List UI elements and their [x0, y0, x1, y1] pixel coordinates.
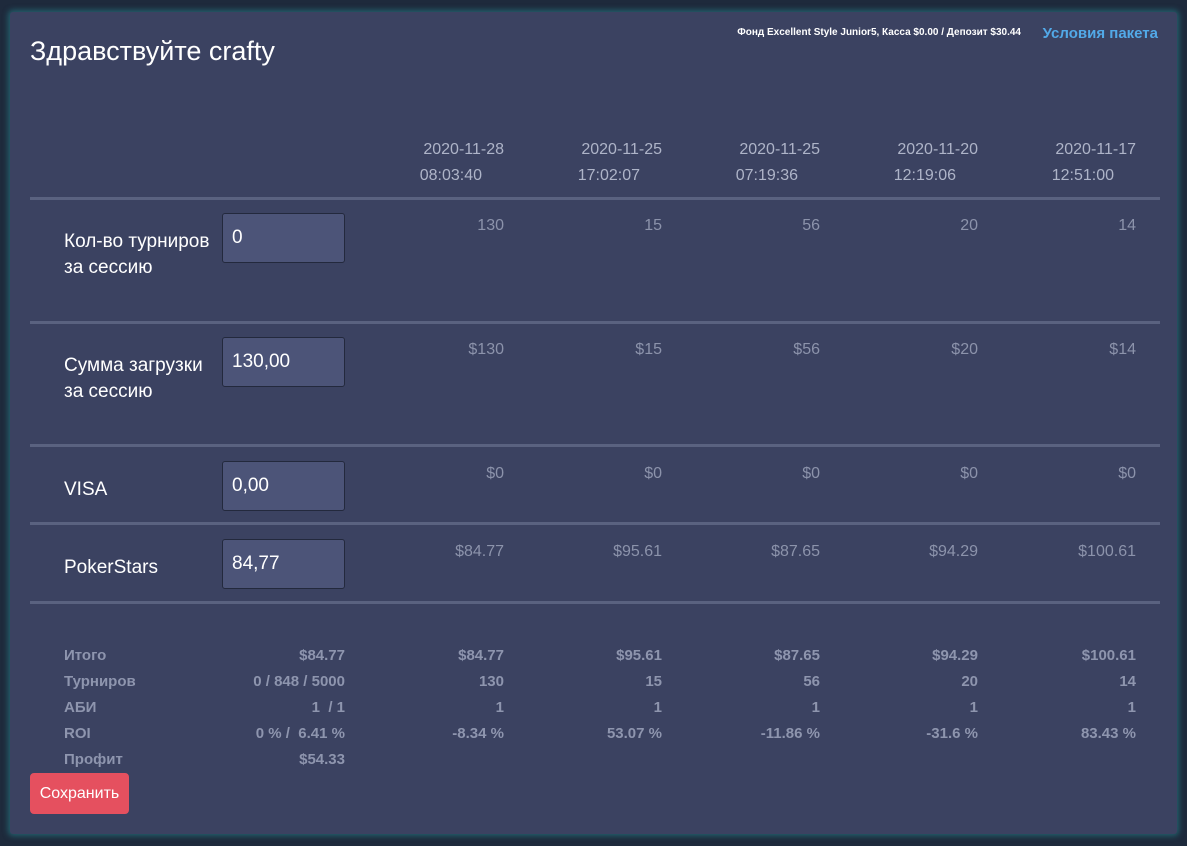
row-value: $14: [1109, 341, 1136, 358]
row-divider: [30, 444, 1160, 447]
summary-current: $54.33: [299, 751, 345, 768]
row-value: 20: [960, 217, 978, 234]
summary-label-profit: Профит: [64, 751, 123, 768]
row-value: 56: [802, 217, 820, 234]
row-value: $0: [802, 465, 820, 482]
summary-label-total: Итого: [64, 647, 107, 664]
deposit-sum-input[interactable]: [222, 337, 345, 387]
row-divider: [30, 522, 1160, 525]
row-value: $0: [486, 465, 504, 482]
row-label-pokerstars: PokerStars: [64, 557, 158, 578]
row-value: $0: [960, 465, 978, 482]
row-label-deposit-sum: Сумма загрузки за сессию: [64, 355, 203, 402]
row-value: 14: [1118, 217, 1136, 234]
row-value: $95.61: [613, 543, 662, 560]
row-value: $15: [635, 341, 662, 358]
session-time: 12:51:00: [1051, 167, 1114, 184]
session-date: 2020-11-17: [1055, 141, 1136, 158]
row-value: $0: [644, 465, 662, 482]
row-value: $130: [468, 341, 504, 358]
row-divider: [30, 601, 1160, 604]
summary-label-tournaments: Турниров: [64, 673, 136, 690]
row-value: $56: [793, 341, 820, 358]
summary-value: $100.61: [1081, 647, 1136, 664]
summary-value: 14: [1119, 673, 1136, 690]
page-title: Здравствуйте crafty: [30, 36, 275, 66]
fund-info: Фонд Excellent Style Junior5, Касса $0.0…: [737, 27, 1021, 38]
row-value: $0: [1118, 465, 1136, 482]
row-value: $20: [951, 341, 978, 358]
save-button[interactable]: Сохранить: [30, 773, 129, 814]
row-value: $87.65: [771, 543, 820, 560]
visa-input[interactable]: [222, 461, 345, 511]
row-value: 15: [644, 217, 662, 234]
row-divider: [30, 197, 1160, 200]
row-value: $100.61: [1078, 543, 1136, 560]
pokerstars-input[interactable]: [222, 539, 345, 589]
summary-label-abi: АБИ: [64, 699, 97, 716]
summary-label-roi: ROI: [64, 725, 91, 742]
row-label-visa: VISA: [64, 479, 108, 500]
row-value: $84.77: [455, 543, 504, 560]
summary-value: 1: [1127, 699, 1136, 716]
main-card: Здравствуйте crafty Фонд Excellent Style…: [10, 12, 1177, 834]
row-value: 130: [477, 217, 504, 234]
tournaments-count-input[interactable]: [222, 213, 345, 263]
row-label-tournaments: Кол-во турниров за сессию: [64, 231, 210, 278]
row-divider: [30, 321, 1160, 324]
summary-value: 83.43 %: [1080, 725, 1136, 742]
package-terms-link[interactable]: Условия пакета: [1043, 25, 1158, 42]
session-header: 2020-11-17 12:51:00: [936, 137, 1136, 189]
row-value: $94.29: [929, 543, 978, 560]
